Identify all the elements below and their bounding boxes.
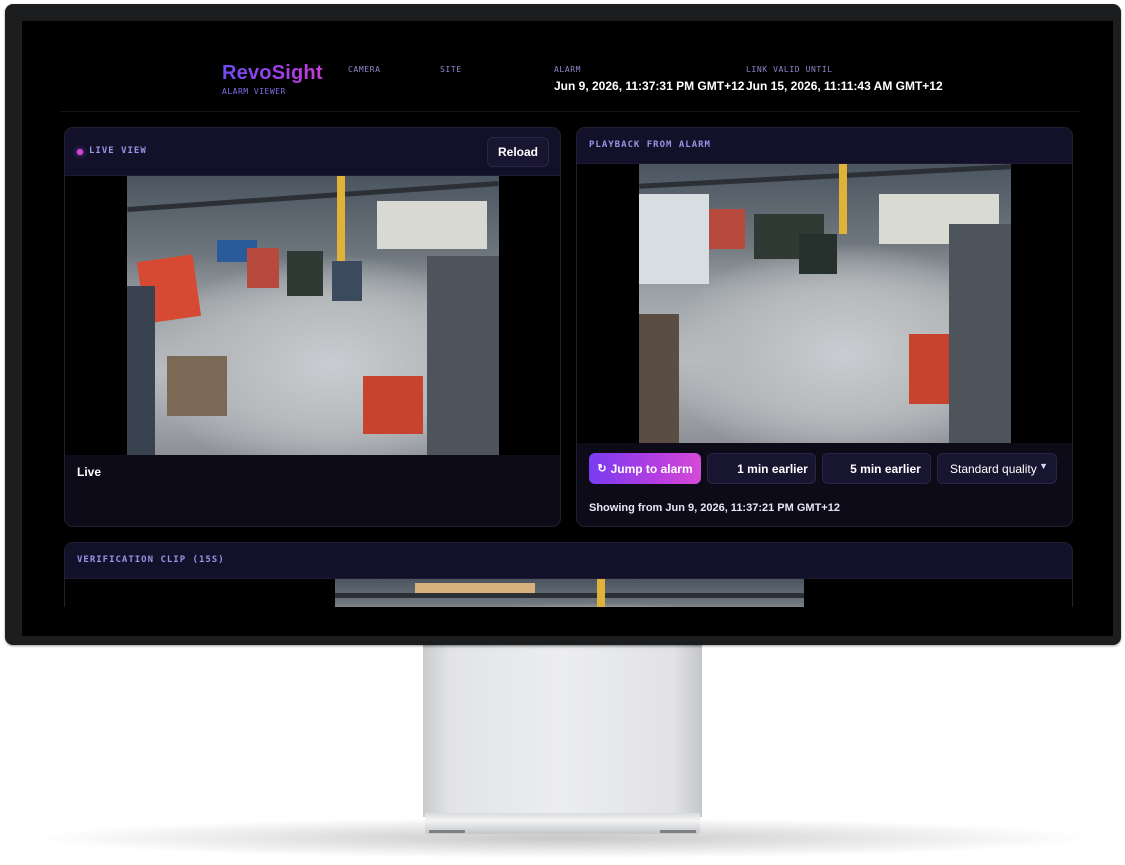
screen-bottom-edge bbox=[22, 607, 1113, 636]
brand-subtitle: ALARM VIEWER bbox=[222, 87, 286, 96]
live-view-panel: LIVE VIEW Reload Live bbox=[64, 127, 561, 527]
one-min-earlier-button[interactable]: 1 min earlier bbox=[707, 453, 816, 484]
link-valid-time: Jun 15, 2026, 11:11:43 AM GMT+12 bbox=[746, 79, 943, 93]
reload-button[interactable]: Reload bbox=[487, 137, 549, 167]
live-view-title: LIVE VIEW bbox=[89, 146, 147, 156]
playback-video[interactable] bbox=[577, 164, 1072, 443]
alarm-time: Jun 9, 2026, 11:37:31 PM GMT+12 bbox=[554, 79, 745, 93]
alarm-label: ALARM bbox=[554, 65, 582, 74]
monitor-stand-base bbox=[425, 813, 700, 834]
live-view-header: LIVE VIEW Reload bbox=[65, 128, 560, 176]
monitor-foot-left bbox=[429, 830, 465, 833]
jump-to-alarm-label: Jump to alarm bbox=[610, 461, 693, 476]
monitor-stand bbox=[423, 641, 702, 817]
playback-header: PLAYBACK FROM ALARM bbox=[577, 128, 1072, 164]
chevron-down-icon: ▼ bbox=[1039, 461, 1048, 471]
refresh-icon: ↻ bbox=[597, 463, 607, 475]
five-min-earlier-button[interactable]: 5 min earlier bbox=[822, 453, 931, 484]
monitor-screen: RevoSight ALARM VIEWER CAMERA SITE ALARM… bbox=[22, 21, 1113, 636]
quality-selected-value: Standard quality bbox=[950, 461, 1037, 476]
monitor-bezel: RevoSight ALARM VIEWER CAMERA SITE ALARM… bbox=[5, 4, 1121, 645]
verification-clip-header: VERIFICATION CLIP (15S) bbox=[65, 543, 1072, 579]
showing-from-text: Showing from Jun 9, 2026, 11:37:21 PM GM… bbox=[589, 502, 840, 514]
app-header: RevoSight ALARM VIEWER CAMERA SITE ALARM… bbox=[60, 21, 1080, 112]
quality-select[interactable]: Standard quality ▼ bbox=[937, 453, 1057, 484]
brand-logo: RevoSight bbox=[222, 62, 323, 84]
site-label: SITE bbox=[440, 65, 462, 74]
live-video[interactable] bbox=[65, 176, 560, 455]
monitor-foot-right bbox=[660, 830, 696, 833]
playback-panel: PLAYBACK FROM ALARM ↻ Jump to alarm 1 mi… bbox=[576, 127, 1073, 527]
link-valid-label: LINK VALID UNTIL bbox=[746, 65, 833, 74]
five-min-earlier-label: 5 min earlier bbox=[850, 461, 921, 476]
playback-camera-feed bbox=[639, 164, 1011, 443]
live-camera-feed bbox=[127, 176, 499, 455]
verification-clip-title: VERIFICATION CLIP (15S) bbox=[77, 555, 225, 565]
live-status-text: Live bbox=[77, 465, 102, 479]
playback-title: PLAYBACK FROM ALARM bbox=[589, 140, 711, 150]
jump-to-alarm-button[interactable]: ↻ Jump to alarm bbox=[589, 453, 701, 484]
live-indicator-dot bbox=[77, 149, 83, 155]
camera-label: CAMERA bbox=[348, 65, 381, 74]
one-min-earlier-label: 1 min earlier bbox=[737, 461, 808, 476]
